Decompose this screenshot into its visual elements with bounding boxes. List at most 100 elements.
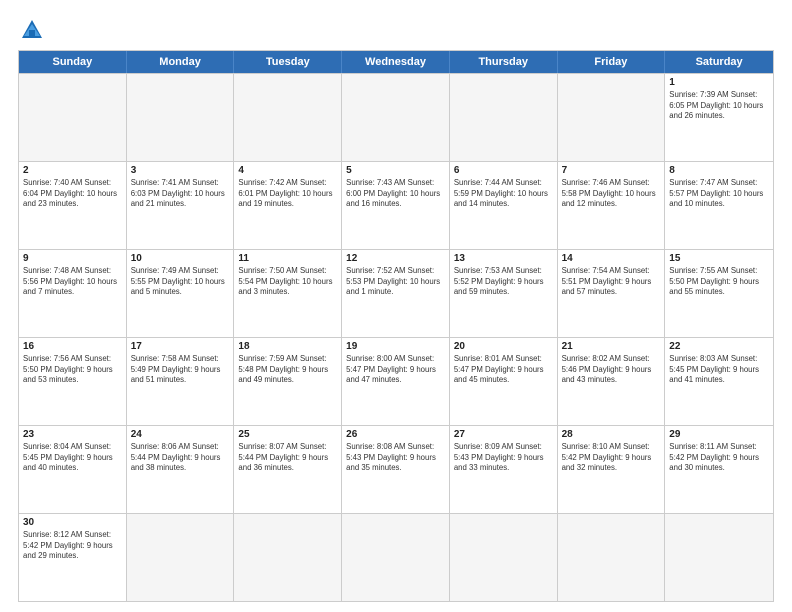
sun-info: Sunrise: 8:08 AM Sunset: 5:43 PM Dayligh…	[346, 442, 445, 474]
day-number: 12	[346, 253, 445, 264]
day-number: 5	[346, 165, 445, 176]
weekday-header-wednesday: Wednesday	[342, 51, 450, 73]
sun-info: Sunrise: 7:39 AM Sunset: 6:05 PM Dayligh…	[669, 90, 769, 122]
calendar-cell: 16 Sunrise: 7:56 AM Sunset: 5:50 PM Dayli…	[19, 338, 127, 425]
weekday-header-thursday: Thursday	[450, 51, 558, 73]
calendar-cell: 13 Sunrise: 7:53 AM Sunset: 5:52 PM Dayli…	[450, 250, 558, 337]
calendar-cell: 21 Sunrise: 8:02 AM Sunset: 5:46 PM Dayli…	[558, 338, 666, 425]
calendar-cell: 27 Sunrise: 8:09 AM Sunset: 5:43 PM Dayli…	[450, 426, 558, 513]
calendar-cell: 7Sunrise: 7:46 AM Sunset: 5:58 PM Daylig…	[558, 162, 666, 249]
calendar-cell	[234, 514, 342, 601]
sun-info: Sunrise: 8:09 AM Sunset: 5:43 PM Dayligh…	[454, 442, 553, 474]
day-number: 8	[669, 165, 769, 176]
calendar-row: 1 Sunrise: 7:39 AM Sunset: 6:05 PM Daylig…	[19, 73, 773, 161]
calendar-cell	[450, 514, 558, 601]
day-number: 18	[238, 341, 337, 352]
page: SundayMondayTuesdayWednesdayThursdayFrid…	[0, 0, 792, 612]
calendar-header: SundayMondayTuesdayWednesdayThursdayFrid…	[19, 51, 773, 73]
calendar-cell	[558, 514, 666, 601]
calendar-cell: 24 Sunrise: 8:06 AM Sunset: 5:44 PM Dayli…	[127, 426, 235, 513]
calendar-cell: 4 Sunrise: 7:42 AM Sunset: 6:01 PM Daylig…	[234, 162, 342, 249]
calendar-cell	[342, 514, 450, 601]
sun-info: Sunrise: 7:50 AM Sunset: 5:54 PM Dayligh…	[238, 266, 337, 298]
sun-info: Sunrise: 7:56 AM Sunset: 5:50 PM Dayligh…	[23, 354, 122, 386]
calendar-cell: 22Sunrise: 8:03 AM Sunset: 5:45 PM Dayli…	[665, 338, 773, 425]
calendar-cell	[450, 74, 558, 161]
day-number: 25	[238, 429, 337, 440]
calendar-cell: 30Sunrise: 8:12 AM Sunset: 5:42 PM Dayli…	[19, 514, 127, 601]
calendar-row: 30Sunrise: 8:12 AM Sunset: 5:42 PM Dayli…	[19, 513, 773, 601]
day-number: 17	[131, 341, 230, 352]
day-number: 21	[562, 341, 661, 352]
calendar-cell: 17Sunrise: 7:58 AM Sunset: 5:49 PM Dayli…	[127, 338, 235, 425]
day-number: 29	[669, 429, 769, 440]
day-number: 28	[562, 429, 661, 440]
calendar-cell	[127, 74, 235, 161]
day-number: 20	[454, 341, 553, 352]
calendar-cell: 2 Sunrise: 7:40 AM Sunset: 6:04 PM Daylig…	[19, 162, 127, 249]
day-number: 27	[454, 429, 553, 440]
calendar-cell	[19, 74, 127, 161]
calendar-row: 2 Sunrise: 7:40 AM Sunset: 6:04 PM Daylig…	[19, 161, 773, 249]
sun-info: Sunrise: 7:40 AM Sunset: 6:04 PM Dayligh…	[23, 178, 122, 210]
day-number: 24	[131, 429, 230, 440]
day-number: 13	[454, 253, 553, 264]
day-number: 1	[669, 77, 769, 88]
calendar-cell: 25 Sunrise: 8:07 AM Sunset: 5:44 PM Dayli…	[234, 426, 342, 513]
sun-info: Sunrise: 7:42 AM Sunset: 6:01 PM Dayligh…	[238, 178, 337, 210]
sun-info: Sunrise: 7:53 AM Sunset: 5:52 PM Dayligh…	[454, 266, 553, 298]
sun-info: Sunrise: 7:49 AM Sunset: 5:55 PM Dayligh…	[131, 266, 230, 298]
sun-info: Sunrise: 7:52 AM Sunset: 5:53 PM Dayligh…	[346, 266, 445, 298]
calendar: SundayMondayTuesdayWednesdayThursdayFrid…	[18, 50, 774, 602]
calendar-cell: 1 Sunrise: 7:39 AM Sunset: 6:05 PM Daylig…	[665, 74, 773, 161]
calendar-cell: 18 Sunrise: 7:59 AM Sunset: 5:48 PM Dayli…	[234, 338, 342, 425]
calendar-row: 16 Sunrise: 7:56 AM Sunset: 5:50 PM Dayli…	[19, 337, 773, 425]
sun-info: Sunrise: 7:47 AM Sunset: 5:57 PM Dayligh…	[669, 178, 769, 210]
sun-info: Sunrise: 8:00 AM Sunset: 5:47 PM Dayligh…	[346, 354, 445, 386]
calendar-cell: 10 Sunrise: 7:49 AM Sunset: 5:55 PM Dayli…	[127, 250, 235, 337]
calendar-cell: 8 Sunrise: 7:47 AM Sunset: 5:57 PM Daylig…	[665, 162, 773, 249]
sun-info: Sunrise: 8:02 AM Sunset: 5:46 PM Dayligh…	[562, 354, 661, 386]
sun-info: Sunrise: 8:06 AM Sunset: 5:44 PM Dayligh…	[131, 442, 230, 474]
weekday-header-tuesday: Tuesday	[234, 51, 342, 73]
sun-info: Sunrise: 7:44 AM Sunset: 5:59 PM Dayligh…	[454, 178, 553, 210]
calendar-cell	[665, 514, 773, 601]
day-number: 7	[562, 165, 661, 176]
day-number: 23	[23, 429, 122, 440]
day-number: 3	[131, 165, 230, 176]
sun-info: Sunrise: 8:11 AM Sunset: 5:42 PM Dayligh…	[669, 442, 769, 474]
calendar-cell: 29 Sunrise: 8:11 AM Sunset: 5:42 PM Dayli…	[665, 426, 773, 513]
weekday-header-saturday: Saturday	[665, 51, 773, 73]
weekday-header-friday: Friday	[558, 51, 666, 73]
calendar-cell: 14Sunrise: 7:54 AM Sunset: 5:51 PM Dayli…	[558, 250, 666, 337]
sun-info: Sunrise: 8:12 AM Sunset: 5:42 PM Dayligh…	[23, 530, 122, 562]
calendar-cell: 20Sunrise: 8:01 AM Sunset: 5:47 PM Dayli…	[450, 338, 558, 425]
sun-info: Sunrise: 7:59 AM Sunset: 5:48 PM Dayligh…	[238, 354, 337, 386]
logo-icon	[18, 16, 46, 44]
day-number: 16	[23, 341, 122, 352]
calendar-cell: 6Sunrise: 7:44 AM Sunset: 5:59 PM Daylig…	[450, 162, 558, 249]
calendar-cell: 5Sunrise: 7:43 AM Sunset: 6:00 PM Daylig…	[342, 162, 450, 249]
day-number: 9	[23, 253, 122, 264]
sun-info: Sunrise: 8:04 AM Sunset: 5:45 PM Dayligh…	[23, 442, 122, 474]
sun-info: Sunrise: 7:54 AM Sunset: 5:51 PM Dayligh…	[562, 266, 661, 298]
sun-info: Sunrise: 8:10 AM Sunset: 5:42 PM Dayligh…	[562, 442, 661, 474]
calendar-body: 1 Sunrise: 7:39 AM Sunset: 6:05 PM Daylig…	[19, 73, 773, 601]
calendar-cell	[558, 74, 666, 161]
day-number: 2	[23, 165, 122, 176]
calendar-row: 23 Sunrise: 8:04 AM Sunset: 5:45 PM Dayli…	[19, 425, 773, 513]
calendar-cell: 23 Sunrise: 8:04 AM Sunset: 5:45 PM Dayli…	[19, 426, 127, 513]
sun-info: Sunrise: 8:07 AM Sunset: 5:44 PM Dayligh…	[238, 442, 337, 474]
calendar-row: 9Sunrise: 7:48 AM Sunset: 5:56 PM Daylig…	[19, 249, 773, 337]
sun-info: Sunrise: 7:55 AM Sunset: 5:50 PM Dayligh…	[669, 266, 769, 298]
header	[18, 16, 774, 44]
calendar-cell: 19Sunrise: 8:00 AM Sunset: 5:47 PM Dayli…	[342, 338, 450, 425]
calendar-cell	[234, 74, 342, 161]
sun-info: Sunrise: 7:41 AM Sunset: 6:03 PM Dayligh…	[131, 178, 230, 210]
calendar-cell: 28 Sunrise: 8:10 AM Sunset: 5:42 PM Dayli…	[558, 426, 666, 513]
calendar-cell: 11Sunrise: 7:50 AM Sunset: 5:54 PM Dayli…	[234, 250, 342, 337]
day-number: 4	[238, 165, 337, 176]
weekday-header-monday: Monday	[127, 51, 235, 73]
weekday-header-sunday: Sunday	[19, 51, 127, 73]
day-number: 10	[131, 253, 230, 264]
